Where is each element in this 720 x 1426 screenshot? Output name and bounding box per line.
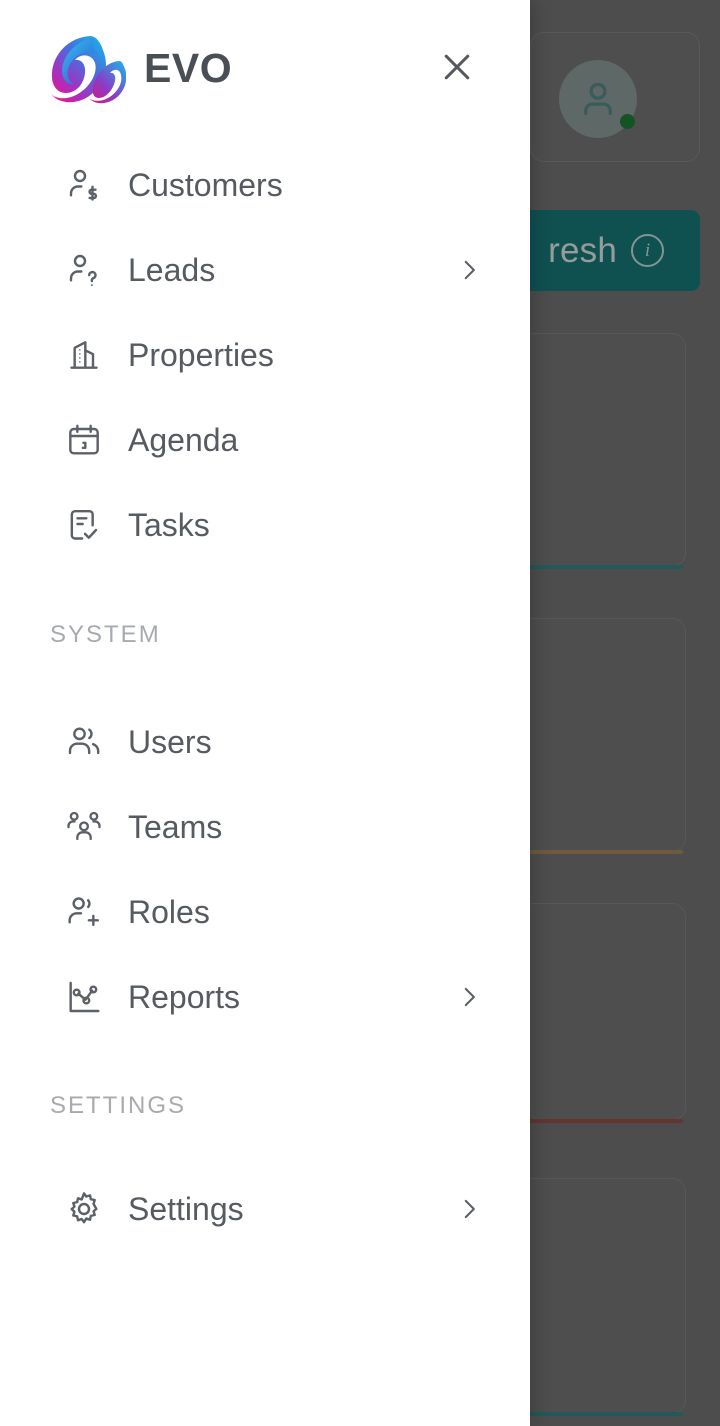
user-plus-icon	[62, 890, 106, 934]
background-card	[509, 618, 686, 854]
sidebar-item-label: Agenda	[128, 421, 239, 458]
users-group-icon	[62, 805, 106, 849]
sidebar-item-label: Roles	[128, 893, 210, 930]
sidebar-item-label: Properties	[128, 336, 274, 373]
sidebar-item-label: Customers	[128, 166, 283, 203]
card-accent-bar	[509, 1412, 683, 1416]
sidebar-item-leads[interactable]: Leads	[0, 227, 530, 312]
sidebar-item-label: Leads	[128, 251, 216, 288]
background-avatar-card	[530, 32, 700, 162]
sidebar-item-properties[interactable]: Properties	[0, 312, 530, 397]
chart-scatter-icon	[62, 975, 106, 1019]
refresh-button[interactable]: resh i	[506, 210, 700, 291]
user-dollar-icon	[62, 163, 106, 207]
drawer-nav: Customers Leads Properties Agenda Tasks …	[0, 136, 530, 1426]
sidebar-item-settings[interactable]: Settings	[0, 1166, 530, 1251]
sidebar-item-label: Tasks	[128, 506, 210, 543]
calendar-icon	[62, 418, 106, 462]
screen: resh i EVO Customers Leads Properties Ag…	[0, 0, 720, 1426]
page-title: EVO	[144, 44, 233, 91]
sidebar-item-roles[interactable]: Roles	[0, 869, 530, 954]
brand: EVO	[46, 31, 232, 105]
navigation-drawer: EVO Customers Leads Properties Agenda Ta…	[0, 0, 530, 1426]
card-accent-bar	[509, 850, 683, 854]
status-badge	[620, 114, 635, 129]
users-icon	[62, 720, 106, 764]
sidebar-item-reports[interactable]: Reports	[0, 954, 530, 1039]
sidebar-item-users[interactable]: Users	[0, 699, 530, 784]
user-question-icon	[62, 248, 106, 292]
avatar	[559, 60, 637, 138]
background-card	[509, 903, 686, 1123]
gear-icon	[62, 1187, 106, 1231]
sidebar-item-teams[interactable]: Teams	[0, 784, 530, 869]
chevron-right-icon	[454, 255, 484, 285]
clipboard-check-icon	[62, 503, 106, 547]
sidebar-item-customers[interactable]: Customers	[0, 142, 530, 227]
evo-swirl-logo	[46, 31, 126, 105]
background-card	[509, 1178, 686, 1416]
card-accent-bar	[509, 1119, 683, 1123]
info-icon: i	[631, 234, 664, 267]
card-accent-bar	[509, 565, 683, 569]
refresh-button-label: resh	[548, 230, 617, 270]
building-icon	[62, 333, 106, 377]
close-icon[interactable]	[432, 42, 482, 92]
chevron-right-icon	[454, 1194, 484, 1224]
sidebar-item-agenda[interactable]: Agenda	[0, 397, 530, 482]
sidebar-item-label: Reports	[128, 978, 241, 1015]
sidebar-item-label: Settings	[128, 1190, 244, 1227]
chevron-right-icon	[454, 982, 484, 1012]
sidebar-item-label: Teams	[128, 808, 223, 845]
section-header-system: SYSTEM	[50, 621, 161, 648]
background-card	[509, 333, 686, 569]
drawer-header: EVO	[0, 0, 530, 136]
sidebar-item-label: Users	[128, 723, 212, 760]
sidebar-item-tasks[interactable]: Tasks	[0, 482, 530, 567]
section-header-settings: SETTINGS	[50, 1092, 187, 1119]
